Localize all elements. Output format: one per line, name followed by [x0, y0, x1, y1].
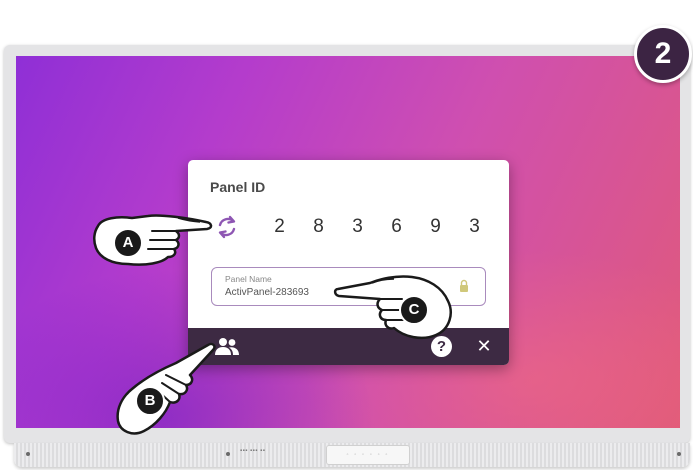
panel-id-digit: 3: [469, 216, 480, 237]
lock-icon: [460, 279, 468, 292]
callout-a: A: [113, 228, 143, 258]
device-button-tray: ◦ ◦ ◦ ◦ ◦ ◦: [326, 445, 410, 465]
device-bottom-bar: ▪▪▪ ▪▪▪ ▪▪ ◦ ◦ ◦ ◦ ◦ ◦: [14, 443, 690, 467]
callout-b: B: [135, 386, 165, 416]
bar-port-label: ▪▪▪ ▪▪▪ ▪▪: [240, 448, 266, 454]
bar-indicator-dot: [226, 452, 230, 456]
callout-c: C: [399, 295, 429, 325]
panel-id-digit: 2: [274, 216, 285, 237]
panel-name-value: ActivPanel-283693: [225, 287, 309, 298]
step-number-badge: 2: [634, 25, 692, 83]
panel-id-digit: 9: [430, 216, 441, 237]
pointing-hand-icon: [116, 342, 216, 435]
panel-name-label: Panel Name: [225, 274, 272, 284]
close-icon[interactable]: ✕: [473, 335, 495, 357]
pointing-hand-icon: [93, 214, 213, 266]
panel-id-digit: 8: [313, 216, 324, 237]
panel-id-digit: 6: [391, 216, 402, 237]
dialog-title: Panel ID: [210, 179, 266, 195]
bar-indicator-dot: [677, 452, 681, 456]
pointing-hand-icon: [333, 275, 452, 340]
bar-indicator-dot: [26, 452, 30, 456]
panel-id-digits: 2 8 3 6 9 3: [260, 216, 494, 238]
panel-id-digit: 3: [352, 216, 363, 237]
